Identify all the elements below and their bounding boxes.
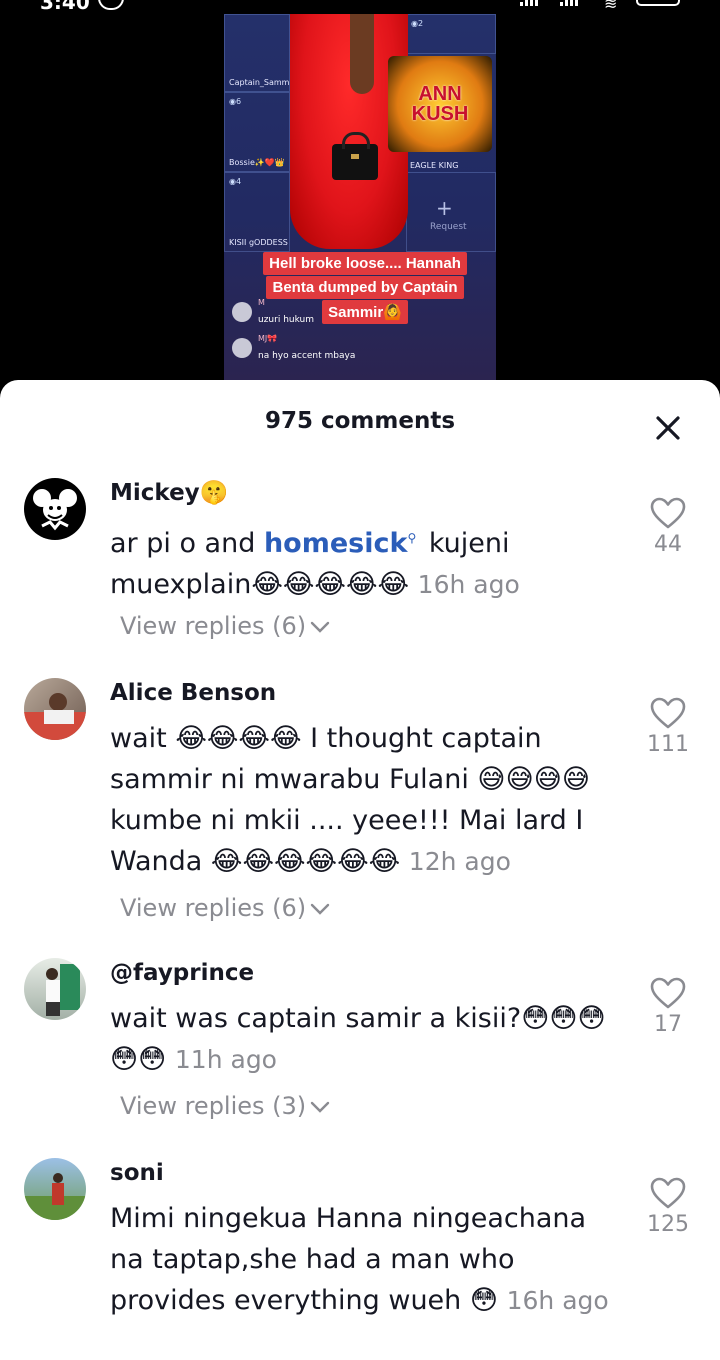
request-label: Request xyxy=(430,222,467,232)
avatar[interactable] xyxy=(24,958,86,1020)
avatar xyxy=(232,338,252,358)
battery-icon xyxy=(636,0,680,6)
chevron-down-icon xyxy=(310,1101,330,1113)
arm-image xyxy=(350,14,374,94)
comment-timestamp: 11h ago xyxy=(174,1045,277,1074)
comment-text-part: ar pi o and xyxy=(110,528,264,559)
comment-text-part: wait was captain samir a kisii? xyxy=(110,1003,522,1034)
chevron-down-icon xyxy=(310,903,330,915)
view-replies-button[interactable]: View replies (6) xyxy=(120,894,332,922)
logo-text: ANN xyxy=(418,83,462,105)
wifi-icon: ≋ xyxy=(604,0,618,13)
tile-name: EAGLE KING xyxy=(410,161,459,170)
view-replies-label: View replies (6) xyxy=(120,612,307,640)
close-button[interactable] xyxy=(650,410,686,446)
like-count: 125 xyxy=(647,1212,689,1237)
comment-emojis: 😂😂😂😂😂 xyxy=(251,569,410,600)
user-photo-icon xyxy=(24,1173,86,1220)
caption-line: Hell broke loose.... Hannah xyxy=(263,252,467,275)
live-comment-text: uzuri hukum xyxy=(258,315,315,325)
close-icon xyxy=(656,416,680,440)
avatar[interactable] xyxy=(24,1158,86,1220)
like-count: 44 xyxy=(654,532,682,557)
heart-icon[interactable] xyxy=(649,696,687,730)
comment-text-part: wait xyxy=(110,723,176,754)
live-comment-text: na hyo accent mbaya xyxy=(258,351,356,361)
comment-username[interactable]: Alice Benson xyxy=(110,678,276,708)
view-replies-button[interactable]: View replies (3) xyxy=(120,1092,332,1120)
comment-timestamp: 16h ago xyxy=(417,570,520,599)
handbag-image xyxy=(332,132,378,180)
user-photo-icon xyxy=(46,964,80,1016)
video-preview[interactable]: Captain_Sammir ◉6 Bossie✨❤️👑 ◉4 KISII gO… xyxy=(224,14,496,380)
caption-line: Sammir🙆 xyxy=(322,300,408,324)
view-replies-button[interactable]: View replies (6) xyxy=(120,612,332,640)
live-tile: ◉4 KISII gODDESS xyxy=(224,172,290,252)
avatar[interactable] xyxy=(24,478,86,540)
like-button[interactable]: 17 xyxy=(640,976,696,1037)
like-button[interactable]: 111 xyxy=(640,696,696,757)
live-tile: ◉2 xyxy=(406,14,496,54)
comment-emojis: 😳 xyxy=(469,1285,499,1316)
tile-name: Captain_Sammir xyxy=(229,78,295,87)
live-comment: MJ🎀 na hyo accent mbaya xyxy=(232,334,355,362)
comment-text: wait was captain samir a kisii?😳😳😳😳😳 11h… xyxy=(110,998,615,1080)
heart-icon[interactable] xyxy=(649,1176,687,1210)
plus-icon[interactable]: + xyxy=(436,196,453,220)
comment-username[interactable]: @fayprince xyxy=(110,958,254,988)
comments-sheet: 975 comments Mickey🤫 ar pi o and homesic… xyxy=(0,380,720,1360)
caption-line: Benta dumped by Captain xyxy=(266,276,464,299)
live-tile: Captain_Sammir xyxy=(224,14,295,92)
viewer-badge: ◉4 xyxy=(229,177,242,186)
comment-timestamp: 12h ago xyxy=(408,847,511,876)
ann-kush-logo: ANN KUSH xyxy=(388,56,492,152)
tile-name: KISII gODDESS xyxy=(229,238,288,247)
avatar xyxy=(232,302,252,322)
avatar[interactable] xyxy=(24,678,86,740)
signal-icon xyxy=(520,0,538,6)
comment-username[interactable]: Mickey🤫 xyxy=(110,478,228,508)
comment-emojis: 😅😅😅😅 xyxy=(477,764,591,795)
like-count: 111 xyxy=(647,732,689,757)
like-button[interactable]: 44 xyxy=(640,496,696,557)
comment-text: Mimi ningekua Hanna ningeachana na tapta… xyxy=(110,1198,615,1321)
tile-name: Bossie✨❤️👑 xyxy=(229,158,285,167)
live-comment-user: MJ🎀 xyxy=(258,334,278,343)
status-time: 3:40 xyxy=(40,0,90,14)
signal-icon xyxy=(560,0,578,6)
comment-emojis: 😂😂😂😂 xyxy=(175,723,302,754)
live-comment: M uzuri hukum xyxy=(232,298,314,326)
status-bar: 3:40 ≋ xyxy=(0,0,720,14)
view-replies-label: View replies (6) xyxy=(120,894,307,922)
comment-text: wait 😂😂😂😂 I thought captain sammir ni mw… xyxy=(110,718,615,882)
view-replies-label: View replies (3) xyxy=(120,1092,307,1120)
heart-icon[interactable] xyxy=(649,496,687,530)
user-photo-icon xyxy=(24,693,86,740)
live-tile: EAGLE KING xyxy=(406,152,496,172)
chevron-down-icon xyxy=(310,621,330,633)
comment-text: ar pi o and homesick⚲ kujeni muexplain😂😂… xyxy=(110,518,615,605)
live-tile: ◉6 Bossie✨❤️👑 xyxy=(224,92,290,172)
mickey-avatar-icon xyxy=(33,489,77,531)
like-count: 17 xyxy=(654,1012,682,1037)
viewer-badge: ◉6 xyxy=(229,97,242,106)
like-button[interactable]: 125 xyxy=(640,1176,696,1237)
live-comment-user: M xyxy=(258,298,265,307)
comment-username[interactable]: soni xyxy=(110,1158,164,1188)
logo-text: KUSH xyxy=(411,103,469,125)
search-term-link[interactable]: homesick xyxy=(264,528,408,559)
comment-timestamp: 16h ago xyxy=(506,1286,609,1315)
comments-count-title: 975 comments xyxy=(264,408,456,434)
search-icon[interactable]: ⚲ xyxy=(407,531,416,545)
comment-emojis: 😂😂😂😂😂😂 xyxy=(210,846,401,877)
viewer-badge: ◉2 xyxy=(411,19,424,28)
shield-icon xyxy=(98,0,124,10)
heart-icon[interactable] xyxy=(649,976,687,1010)
